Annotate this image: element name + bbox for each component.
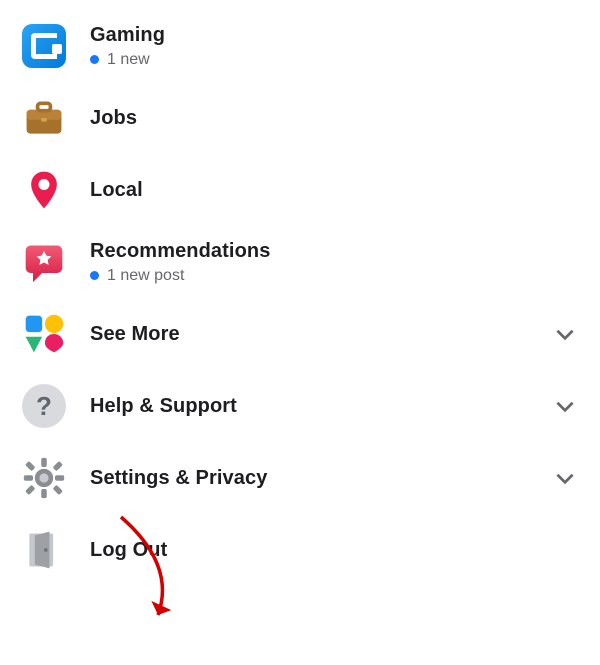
speech-star-icon — [22, 240, 66, 284]
menu-list: Gaming 1 new Jobs — [0, 0, 600, 596]
chevron-down-icon — [548, 321, 582, 347]
location-pin-icon — [22, 168, 66, 212]
help-icon: ? — [22, 384, 66, 428]
menu-item-recommendations[interactable]: Recommendations 1 new post — [0, 226, 600, 298]
notification-dot-icon — [90, 271, 99, 280]
menu-label-see-more: See More — [90, 323, 548, 346]
menu-item-settings-privacy[interactable]: Settings & Privacy — [0, 442, 600, 514]
chevron-down-icon — [548, 465, 582, 491]
gaming-sublabel-text: 1 new — [107, 51, 150, 69]
menu-label-log-out: Log Out — [90, 539, 582, 562]
menu-item-log-out[interactable]: Log Out — [0, 514, 600, 586]
menu-label-settings-privacy: Settings & Privacy — [90, 467, 548, 490]
recommendations-sublabel-text: 1 new post — [107, 267, 184, 285]
menu-label-help-support: Help & Support — [90, 395, 548, 418]
menu-item-jobs[interactable]: Jobs — [0, 82, 600, 154]
see-more-shapes-icon — [22, 312, 66, 356]
menu-item-local[interactable]: Local — [0, 154, 600, 226]
menu-label-jobs: Jobs — [90, 107, 582, 130]
menu-item-gaming[interactable]: Gaming 1 new — [0, 10, 600, 82]
briefcase-icon — [22, 96, 66, 140]
door-icon — [22, 528, 66, 572]
menu-sublabel-recommendations: 1 new post — [90, 267, 582, 285]
menu-label-local: Local — [90, 179, 582, 202]
menu-label-gaming: Gaming — [90, 24, 582, 47]
menu-label-recommendations: Recommendations — [90, 240, 582, 263]
notification-dot-icon — [90, 55, 99, 64]
menu-sublabel-gaming: 1 new — [90, 51, 582, 69]
menu-item-see-more[interactable]: See More — [0, 298, 600, 370]
menu-item-help-support[interactable]: ? Help & Support — [0, 370, 600, 442]
gear-icon — [22, 456, 66, 500]
gaming-icon — [22, 24, 66, 68]
chevron-down-icon — [548, 393, 582, 419]
